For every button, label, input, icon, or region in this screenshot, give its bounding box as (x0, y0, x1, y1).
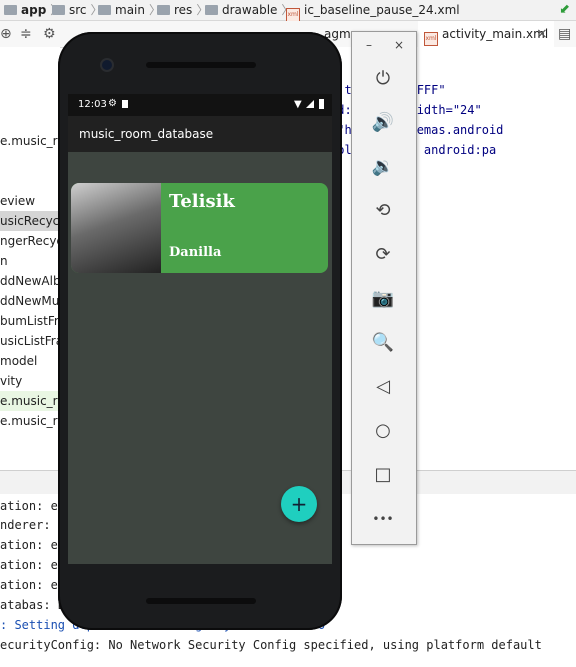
music-card[interactable]: Telisik Danilla (71, 183, 328, 273)
status-bar: 12:03 ⚙ ▼ (68, 94, 332, 116)
phone-frame: 12:03 ⚙ ▼ music_room_database Telisik Da… (58, 32, 342, 630)
xml-file-icon: xml (424, 32, 438, 46)
close-button[interactable]: × (394, 38, 404, 52)
song-title: Telisik (169, 191, 235, 212)
front-camera (102, 60, 112, 70)
rotate-left-icon[interactable]: ⟲ (366, 194, 400, 228)
bottom-speaker (146, 598, 256, 604)
tree-item-selected[interactable]: usicRecycle (0, 211, 60, 231)
battery-icon (319, 99, 324, 109)
emulator-toolbar: – × ⏻ 🔊 🔉 ⟲ ⟳ 📷 🔍 ◁ ○ □ ••• (351, 31, 417, 545)
volume-down-icon[interactable]: 🔉 (366, 150, 400, 184)
app-title: music_room_database (79, 127, 214, 141)
tab-activity-main[interactable]: xml activity_main.xml (418, 21, 555, 49)
overview-icon[interactable]: □ (366, 458, 400, 492)
folder-icon (98, 5, 111, 15)
breadcrumb-src[interactable]: src 〉 (52, 2, 103, 18)
ide-breadcrumb-bar: app〉 src〉 main〉 res〉 drawable〉 xmlic_bas… (0, 0, 576, 22)
folder-icon (52, 5, 65, 15)
run-arrow-icon[interactable]: ⬋ (559, 2, 570, 17)
xml-file-icon[interactable]: ▤ (558, 26, 571, 42)
gear-icon: ⚙ (108, 98, 117, 109)
tree-item[interactable]: usicListFrag (0, 331, 60, 351)
tree-item[interactable]: ddNewMus (0, 291, 60, 311)
more-icon[interactable]: ••• (366, 502, 400, 536)
volume-up-icon[interactable]: 🔊 (366, 106, 400, 140)
folder-icon (205, 5, 218, 15)
wifi-icon: ▼ (294, 99, 302, 110)
breadcrumb-res[interactable]: res 〉 (157, 2, 208, 18)
log-line: ecurityConfig: No Network Security Confi… (0, 638, 542, 652)
tree-item[interactable]: model (0, 351, 60, 371)
close-tab-icon[interactable]: × (536, 26, 548, 42)
folder-icon (157, 5, 170, 15)
artist-name: Danilla (169, 245, 222, 260)
phone-screen[interactable]: 12:03 ⚙ ▼ music_room_database Telisik Da… (68, 94, 332, 564)
zoom-icon[interactable]: 🔍 (366, 326, 400, 360)
rotate-right-icon[interactable]: ⟳ (366, 238, 400, 272)
tree-item[interactable]: e.music_ro (0, 391, 60, 411)
tree-item[interactable]: ngerRecycle (0, 231, 60, 251)
tree-item[interactable]: n (0, 251, 60, 271)
project-tree: e.music_ro eview usicRecycle ngerRecycle… (0, 47, 60, 467)
settings-icon[interactable]: ⚙ (43, 26, 56, 42)
app-bar: music_room_database (68, 116, 332, 152)
tree-item[interactable]: eview (0, 191, 60, 211)
target-icon[interactable]: ⊕ (0, 26, 12, 42)
sd-card-icon (122, 100, 128, 108)
xml-file-icon: xml (286, 8, 300, 22)
tree-item[interactable]: e.music_ro (0, 411, 60, 431)
folder-icon (4, 5, 17, 15)
signal-icon (306, 100, 314, 108)
add-button[interactable]: + (281, 486, 317, 522)
home-icon[interactable]: ○ (366, 414, 400, 448)
status-time: 12:03 (78, 99, 107, 110)
tree-item[interactable]: ddNewAlbu (0, 271, 60, 291)
top-speaker (146, 62, 256, 68)
breadcrumb-file[interactable]: xml ic_baseline_pause_24.xml (286, 2, 460, 22)
collapse-icon[interactable]: ≑ (20, 26, 32, 42)
tree-item[interactable]: e.music_ro (0, 131, 60, 151)
back-icon[interactable]: ◁ (366, 370, 400, 404)
power-icon[interactable]: ⏻ (366, 62, 400, 96)
tree-item[interactable]: vity (0, 371, 60, 391)
album-photo (71, 183, 161, 273)
breadcrumb-main[interactable]: main 〉 (98, 2, 161, 18)
breadcrumb-drawable[interactable]: drawable〉 (205, 2, 293, 18)
tree-item[interactable]: bumListFra (0, 311, 60, 331)
camera-icon[interactable]: 📷 (366, 282, 400, 316)
minimize-button[interactable]: – (366, 38, 372, 52)
